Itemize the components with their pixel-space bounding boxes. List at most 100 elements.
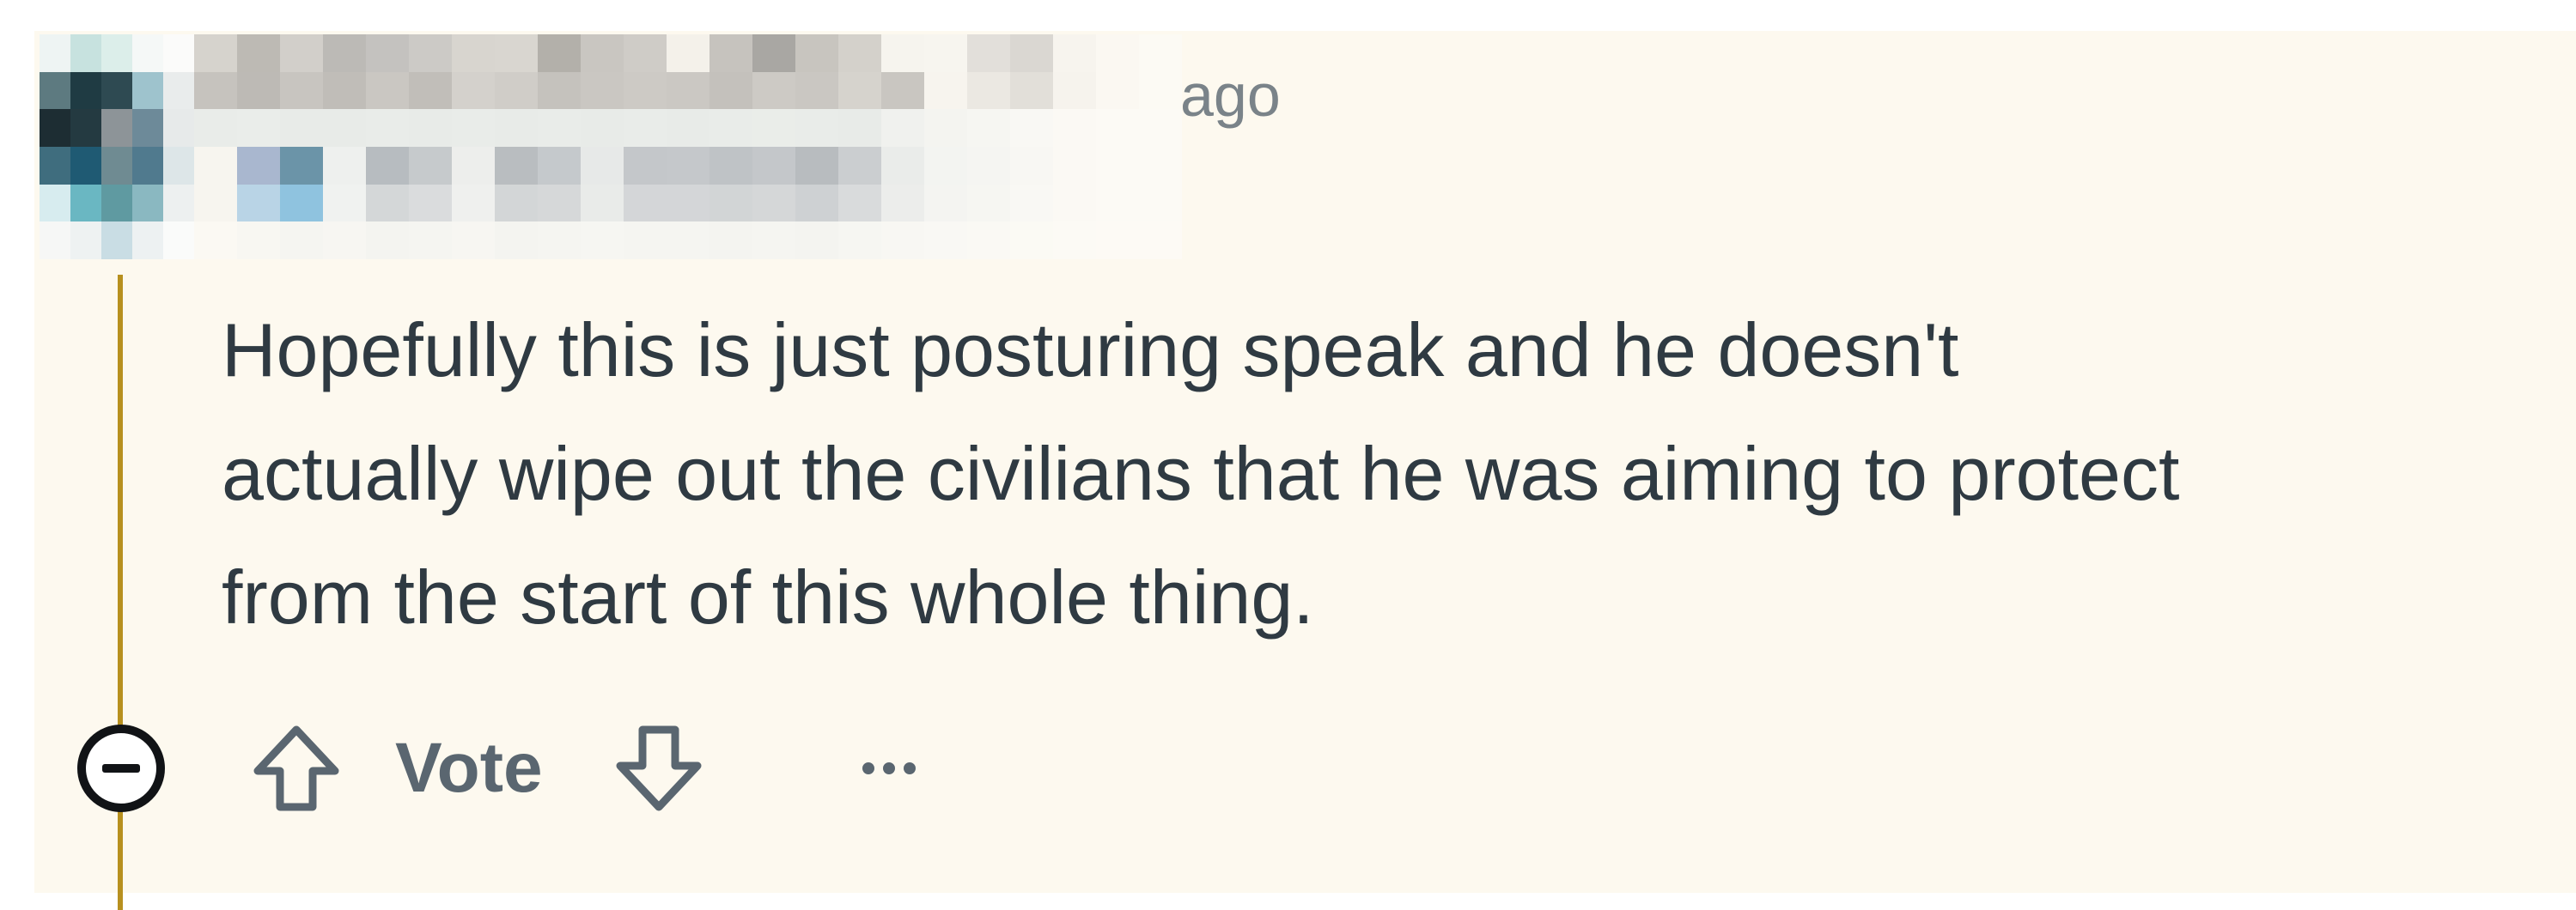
redacted-pixel [709,221,752,259]
redacted-pixel [581,34,624,72]
redacted-pixel [881,71,924,110]
redacted-pixel [924,184,967,222]
redacted-pixel [624,34,667,72]
redacted-pixel [924,34,967,72]
author-name-redacted[interactable] [194,34,1182,259]
avatar-pixel [70,147,101,185]
redacted-pixel [881,109,924,147]
redacted-pixel [366,34,409,72]
redacted-pixel [752,71,795,110]
redacted-pixel [752,221,795,259]
redacted-pixel [667,71,709,110]
redacted-pixel [667,184,709,222]
avatar[interactable] [40,34,194,259]
redacted-pixel [1053,34,1096,72]
redacted-pixel [752,147,795,185]
avatar-pixel [163,109,194,147]
ellipsis-icon [883,762,895,774]
avatar-pixel [132,184,163,222]
avatar-pixel [70,34,101,72]
redacted-pixel [538,147,581,185]
redacted-pixel [237,109,280,147]
redacted-pixel [709,71,752,110]
redacted-pixel [581,184,624,222]
redacted-pixel [838,71,881,110]
avatar-pixel [163,34,194,72]
redacted-pixel [924,71,967,110]
more-options-button[interactable] [842,738,936,798]
redacted-pixel [194,34,237,72]
ellipsis-icon [862,762,874,774]
comment-body: Hopefully this is just posturing speak a… [222,288,2567,659]
redacted-pixel [194,71,237,110]
redacted-pixel [709,34,752,72]
redacted-pixel [323,109,366,147]
redacted-pixel [280,184,323,222]
ellipsis-icon [904,762,916,774]
redacted-pixel [967,109,1010,147]
redacted-pixel [838,34,881,72]
redacted-pixel [624,184,667,222]
downvote-button[interactable] [612,721,706,816]
avatar-pixel [132,109,163,147]
avatar-pixel [70,109,101,147]
redacted-pixel [495,221,538,259]
redacted-pixel [967,71,1010,110]
avatar-pixel [101,184,132,222]
redacted-pixel [366,221,409,259]
redacted-pixel [538,221,581,259]
redacted-pixel [967,34,1010,72]
redacted-pixel [881,221,924,259]
redacted-pixel [452,184,495,222]
redacted-pixel [495,147,538,185]
redacted-pixel [452,221,495,259]
redacted-pixel [194,147,237,185]
redacted-pixel [1053,109,1096,147]
redacted-pixel [1096,147,1139,185]
redacted-pixel [838,147,881,185]
redacted-pixel [752,34,795,72]
avatar-pixel [132,147,163,185]
avatar-pixel [163,147,194,185]
redacted-pixel [924,109,967,147]
redacted-pixel [452,34,495,72]
redacted-pixel [795,34,838,72]
redacted-pixel [1053,71,1096,110]
redacted-pixel [838,221,881,259]
redacted-pixel [409,147,452,185]
redacted-pixel [967,147,1010,185]
avatar-pixel [132,71,163,110]
comment-line: Hopefully this is just posturing speak a… [222,307,1959,392]
avatar-pixel [70,184,101,222]
avatar-pixel [101,221,132,259]
redacted-pixel [280,147,323,185]
redacted-pixel [366,109,409,147]
redacted-pixel [366,147,409,185]
upvote-button[interactable] [249,721,344,816]
redacted-pixel [1010,109,1053,147]
redacted-pixel [1096,34,1139,72]
redacted-pixel [1053,147,1096,185]
redacted-pixel [237,34,280,72]
redacted-pixel [709,184,752,222]
vote-score: Vote [395,729,543,807]
redacted-pixel [280,34,323,72]
redacted-pixel [495,184,538,222]
redacted-pixel [323,147,366,185]
avatar-pixel [40,147,70,185]
redacted-pixel [323,221,366,259]
redacted-pixel [323,184,366,222]
redacted-pixel [237,147,280,185]
collapse-thread-button[interactable] [77,725,165,812]
redacted-pixel [538,109,581,147]
redacted-pixel [538,71,581,110]
redacted-pixel [1139,184,1182,222]
redacted-pixel [538,34,581,72]
redacted-pixel [495,34,538,72]
redacted-pixel [495,71,538,110]
redacted-pixel [237,71,280,110]
redacted-pixel [881,147,924,185]
redacted-pixel [752,184,795,222]
redacted-pixel [280,71,323,110]
redacted-pixel [881,184,924,222]
